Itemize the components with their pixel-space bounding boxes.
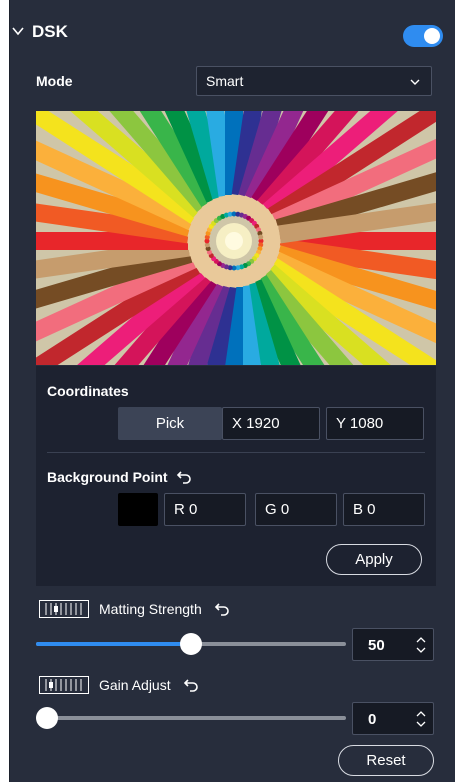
matting-strength-input[interactable]: 50 — [352, 628, 434, 661]
coordinates-label: Coordinates — [47, 383, 129, 399]
blue-value-input[interactable]: B 0 — [343, 493, 425, 526]
mode-select[interactable]: Smart — [196, 66, 432, 96]
apply-button[interactable]: Apply — [326, 544, 422, 575]
background-color-swatch[interactable] — [118, 493, 158, 526]
pick-button[interactable]: Pick — [118, 407, 222, 440]
slider-thumb[interactable] — [36, 707, 58, 729]
undo-icon[interactable] — [212, 602, 230, 616]
pencil-lead — [258, 234, 264, 240]
slider-thumb[interactable] — [180, 633, 202, 655]
gain-adjust-label: Gain Adjust — [99, 677, 171, 693]
x-coordinate-input[interactable]: X 1920 — [222, 407, 320, 440]
background-point-header: Background Point — [47, 469, 192, 485]
slider-adjust-icon — [39, 676, 89, 694]
slider-adjust-icon — [39, 600, 89, 618]
reset-button[interactable]: Reset — [338, 745, 434, 776]
chevron-down-icon[interactable] — [11, 24, 25, 38]
gain-adjust-input[interactable]: 0 — [352, 702, 434, 735]
mode-label: Mode — [36, 73, 73, 89]
divider — [47, 452, 425, 453]
chevron-down-icon — [410, 79, 420, 85]
matting-strength-label: Matting Strength — [99, 601, 202, 617]
stepper-arrows-icon[interactable] — [415, 707, 427, 731]
dsk-enable-toggle[interactable] — [403, 25, 443, 47]
y-coordinate-input[interactable]: Y 1080 — [326, 407, 424, 440]
matting-strength-header: Matting Strength — [39, 600, 230, 618]
mode-select-value: Smart — [206, 73, 244, 89]
green-value-input[interactable]: G 0 — [255, 493, 337, 526]
gain-adjust-value: 0 — [368, 711, 377, 728]
undo-icon[interactable] — [174, 470, 192, 484]
gain-adjust-slider[interactable] — [36, 707, 346, 729]
undo-icon[interactable] — [181, 678, 199, 692]
panel-title: DSK — [32, 22, 68, 41]
stepper-arrows-icon[interactable] — [415, 633, 427, 657]
toggle-knob — [424, 28, 440, 44]
matting-strength-slider[interactable] — [36, 633, 346, 655]
matting-strength-value: 50 — [368, 637, 385, 654]
red-value-input[interactable]: R 0 — [164, 493, 246, 526]
slider-fill — [36, 642, 191, 646]
gain-adjust-header: Gain Adjust — [39, 676, 199, 694]
preview-image — [36, 111, 436, 365]
background-point-label: Background Point — [47, 469, 168, 485]
